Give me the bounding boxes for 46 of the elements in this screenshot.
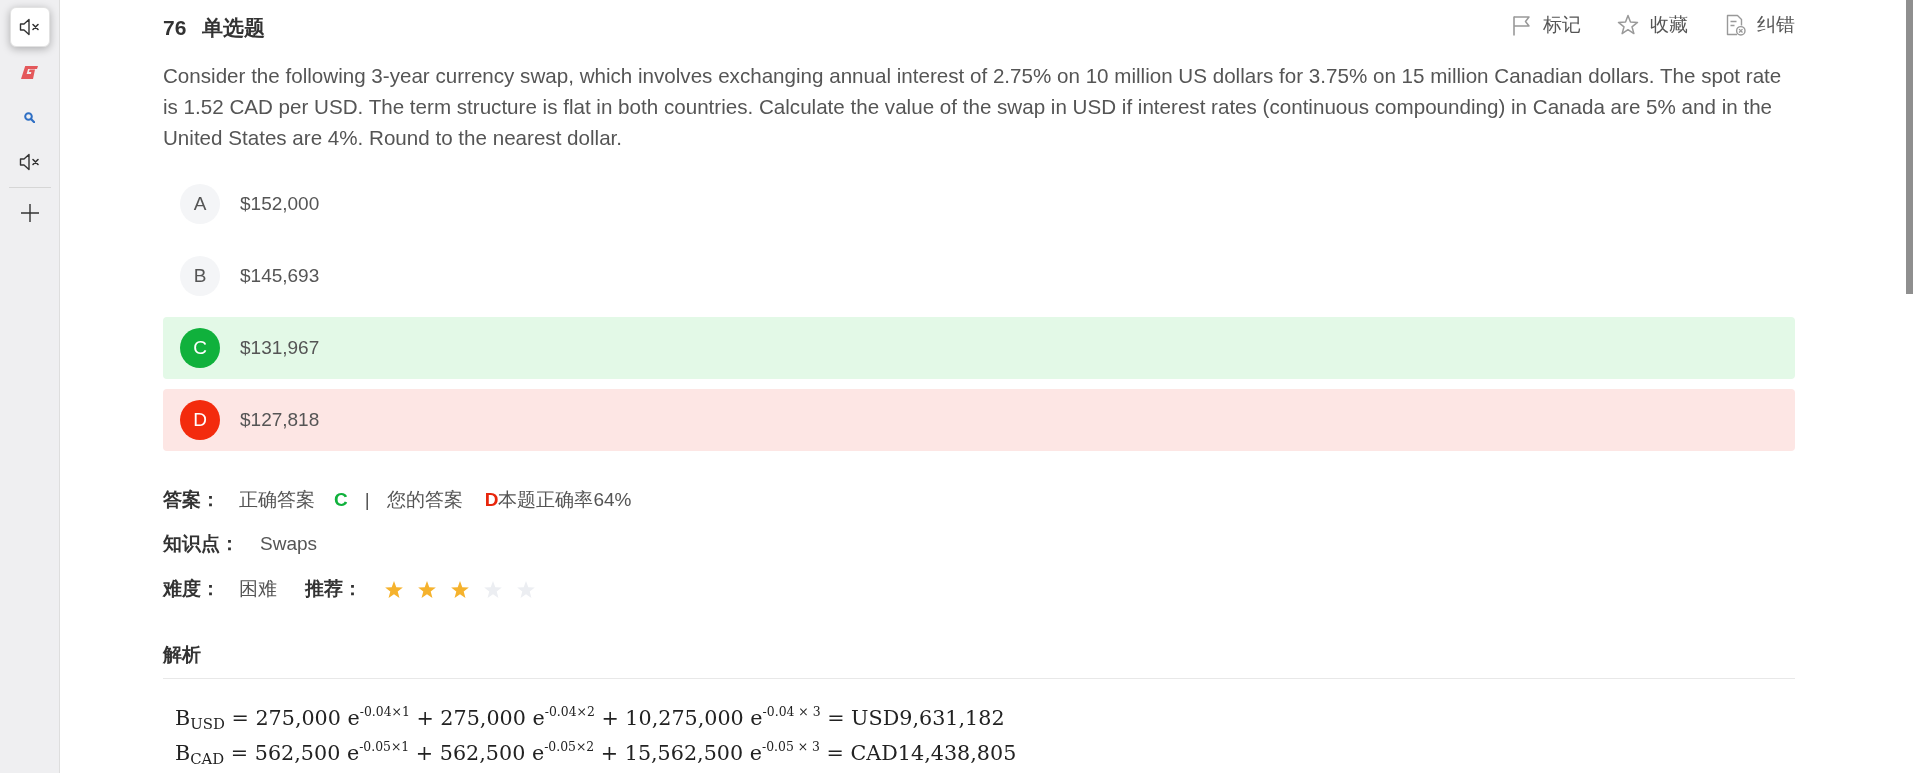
speaker-muted-icon bbox=[18, 18, 41, 36]
option-letter: C bbox=[180, 328, 220, 368]
formula-line: B$_{CAD}$ = 562,500 e$^{-0.05×1}$ + 562,500 e$^{-0.05×2}$ + 15,562,500 e$^{-0.05 × 3}$ = CAD14,438,805 bbox=[175, 737, 1017, 770]
option-row[interactable]: D $127,818 bbox=[163, 389, 1795, 451]
correct-answer-value: C bbox=[334, 489, 348, 511]
user-answer-value: D bbox=[484, 489, 499, 511]
logo-icon bbox=[21, 65, 38, 79]
knowledge-value: Swaps bbox=[260, 533, 318, 555]
scrollbar-thumb[interactable] bbox=[1906, 0, 1913, 294]
star-icon bbox=[418, 580, 436, 598]
recommendation-label: 推荐： bbox=[305, 577, 362, 601]
option-letter: A bbox=[180, 184, 220, 224]
option-row[interactable]: C $131,967 bbox=[163, 317, 1795, 379]
option-text: $145,693 bbox=[240, 265, 320, 287]
option-row[interactable]: A $152,000 bbox=[163, 173, 1795, 235]
star-icon bbox=[385, 580, 403, 598]
star-icon bbox=[451, 580, 469, 598]
star-icon bbox=[1617, 14, 1639, 36]
option-text: $127,818 bbox=[240, 409, 320, 431]
favorite-button[interactable]: 收藏 bbox=[1617, 12, 1688, 38]
user-answer-label: 您的答案 bbox=[386, 488, 463, 512]
report-error-button[interactable]: 纠错 bbox=[1724, 12, 1795, 38]
question-number: 76 bbox=[163, 16, 187, 40]
option-text: $152,000 bbox=[240, 193, 320, 215]
speaker-muted-icon bbox=[18, 153, 41, 171]
option-letter: B bbox=[180, 256, 220, 296]
knowledge-label: 知识点： bbox=[163, 532, 239, 556]
option-row[interactable]: B $145,693 bbox=[163, 245, 1795, 307]
correct-answer-label: 正确答案 bbox=[239, 488, 315, 512]
document-x-icon bbox=[1724, 14, 1746, 36]
difficulty-label: 难度： bbox=[163, 577, 220, 601]
answer-label: 答案： bbox=[163, 488, 220, 512]
sidebar-button[interactable] bbox=[9, 7, 50, 47]
question-type: 单选题 bbox=[202, 15, 266, 41]
plus-icon bbox=[20, 204, 39, 222]
separator: | bbox=[364, 489, 370, 511]
difficulty-value: 困难 bbox=[239, 577, 277, 601]
mark-button[interactable]: 标记 bbox=[1510, 12, 1581, 38]
flag-icon bbox=[1510, 14, 1532, 36]
formula-line: B$_{USD}$ = 275,000 e$^{-0.04×1}$ + 275,000 e$^{-0.04×2}$ + 10,275,000 e$^{-0.04 × 3}$ = USD9,631,182 bbox=[175, 702, 1005, 735]
option-text: $131,967 bbox=[240, 337, 320, 359]
option-letter: D bbox=[180, 400, 220, 440]
search-icon bbox=[24, 111, 35, 123]
accuracy-text: 本题正确率64% bbox=[498, 488, 632, 512]
section-title: 解析 bbox=[163, 643, 201, 667]
question-text: Consider the following 3-year currency swap, which involves exchanging annual interest of 2.75% on 10 million US dollars for 3.75% on 15 million Canadian dollars. The spot rate is 1.52 CAD per USD. The term structure is flat in both countries. Calculate the value of the swap in USD if interest rates (continuous compounding) in Canada are 5% and in the United States are 4%. Round to the nearest dollar. bbox=[163, 63, 1783, 151]
